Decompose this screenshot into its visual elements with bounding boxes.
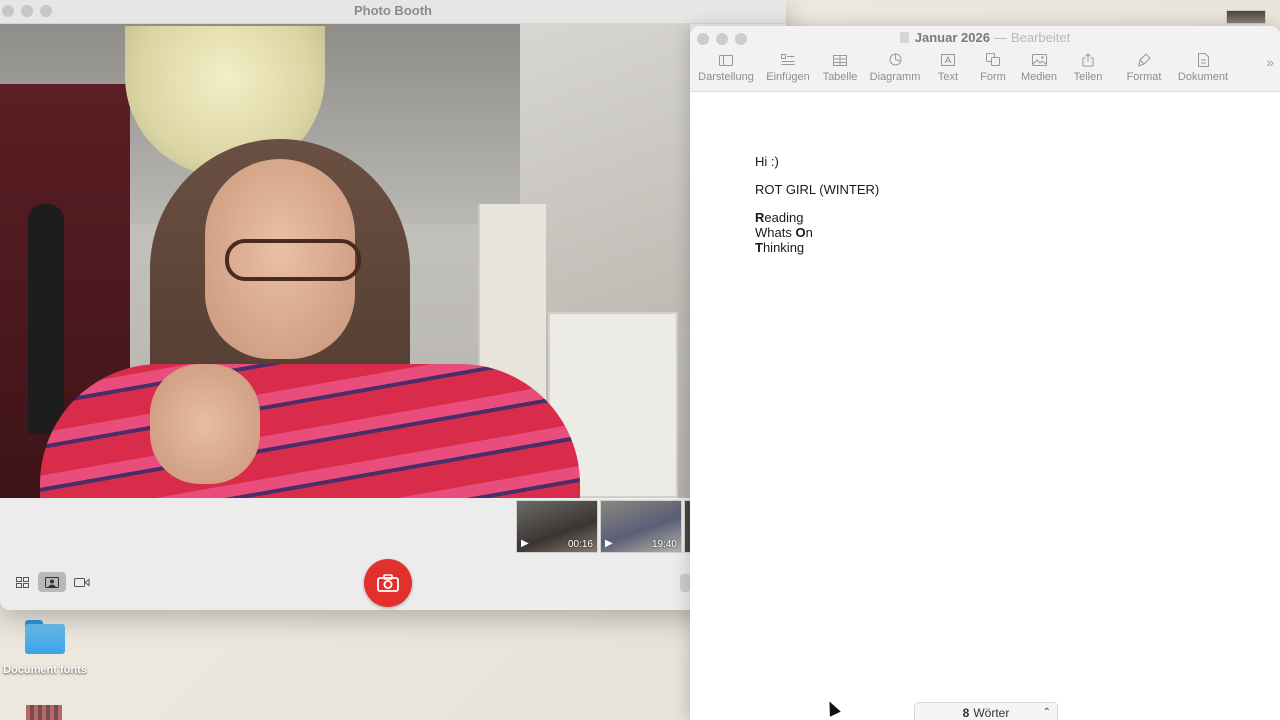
document-title[interactable]: Januar 2026— Bearbeitet	[690, 30, 1280, 45]
word-rest: hinking	[762, 240, 805, 255]
photo-booth-window: Photo Booth ▶ 00:16 ▶ 19:40	[0, 0, 786, 610]
toolbar-diagramm[interactable]: Diagramm	[868, 53, 922, 83]
video-duration: 00:16	[567, 539, 593, 550]
word-count-popup[interactable]: 8 Wörter ⌃	[914, 702, 1058, 720]
media-icon	[1020, 53, 1058, 71]
toolbar-label: Einfügen	[766, 71, 810, 83]
table-icon	[820, 53, 860, 71]
toolbar-label: Diagramm	[869, 71, 921, 83]
video-camera-icon: ▶	[605, 538, 613, 549]
toolbar-label: Tabelle	[822, 71, 858, 83]
acronym-line: Thinking	[755, 240, 879, 255]
photo-strip: ▶ 00:16 ▶ 19:40	[0, 498, 786, 610]
toolbar-medien[interactable]: Medien	[1020, 53, 1058, 83]
folder-label: Document fonts	[3, 664, 87, 676]
word-count-number: 8	[962, 706, 970, 720]
pages-toolbar: Januar 2026— Bearbeitet Darstellung Einfü…	[690, 26, 1280, 92]
text-line: ROT GIRL (WINTER)	[755, 182, 880, 197]
toolbar-items: Darstellung Einfügen Tabelle Diagramm Te…	[690, 53, 1280, 89]
toolbar-einfuegen[interactable]: Einfügen	[766, 53, 810, 83]
document-name: Januar 2026	[914, 30, 990, 45]
video-camera-icon: ▶	[521, 538, 529, 549]
toolbar-label: Format	[1126, 71, 1162, 83]
toolbar-tabelle[interactable]: Tabelle	[820, 53, 860, 83]
format-brush-icon	[1124, 53, 1164, 71]
close-button[interactable]	[2, 5, 14, 17]
document-proxy-icon	[899, 32, 909, 43]
word-count-unit: Wörter	[973, 706, 1010, 720]
toolbar-darstellung[interactable]: Darstellung	[698, 53, 754, 83]
bold-initial: R	[755, 210, 765, 225]
photo-booth-titlebar[interactable]: Photo Booth	[0, 0, 786, 24]
video-mode-icon[interactable]	[68, 572, 96, 592]
toolbar-label: Medien	[1020, 71, 1058, 83]
camera-preview	[0, 24, 690, 498]
text-icon	[934, 53, 962, 71]
acronym-line: Reading	[755, 210, 879, 225]
share-icon	[1072, 53, 1104, 71]
view-mode-toggle	[8, 572, 96, 592]
toolbar-overflow-icon[interactable]: »	[1266, 54, 1274, 70]
word-prefix: Whats	[755, 225, 796, 240]
chevron-updown-icon: ⌃	[1042, 707, 1051, 718]
toolbar-label: Text	[937, 71, 959, 83]
folder-icon	[23, 618, 67, 654]
toolbar-teilen[interactable]: Teilen	[1072, 53, 1104, 83]
toolbar-dokument[interactable]: Dokument	[1176, 53, 1230, 83]
insert-icon	[766, 53, 810, 71]
strip-scroll-button[interactable]	[680, 574, 690, 592]
sidebar-icon	[698, 53, 754, 71]
document-status: Bearbeitet	[1010, 30, 1071, 45]
document-body[interactable]: Hi :) ROT GIRL (WINTER) Reading Whats On…	[755, 154, 879, 255]
video-thumbnail[interactable]: ▶ 00:16	[516, 500, 598, 553]
shape-icon	[978, 53, 1008, 71]
take-photo-button[interactable]	[364, 559, 412, 607]
bold-initial: O	[795, 225, 806, 240]
single-photo-icon[interactable]	[38, 572, 66, 592]
pages-window: Januar 2026— Bearbeitet Darstellung Einfü…	[690, 26, 1280, 720]
window-title: Photo Booth	[354, 3, 432, 18]
text-line: Hi :)	[755, 154, 779, 169]
window-controls	[2, 5, 52, 17]
acronym-line: Whats On	[755, 225, 879, 240]
toolbar-label: Teilen	[1073, 71, 1103, 83]
chart-icon	[868, 53, 922, 71]
minimize-button[interactable]	[21, 5, 33, 17]
toolbar-label: Dokument	[1177, 71, 1229, 83]
toolbar-form[interactable]: Form	[978, 53, 1008, 83]
title-separator: —	[993, 30, 1007, 45]
toolbar-format[interactable]: Format	[1124, 53, 1164, 83]
toolbar-label: Darstellung	[698, 71, 754, 83]
toolbar-text[interactable]: Text	[934, 53, 962, 83]
word-rest: n	[805, 225, 813, 240]
video-duration: 19:40	[651, 539, 677, 550]
camera-icon	[377, 574, 399, 592]
toolbar-label: Form	[980, 71, 1006, 83]
document-icon	[1176, 53, 1230, 71]
video-thumbnail[interactable]: ▶ 19:40	[600, 500, 682, 553]
four-up-grid-icon[interactable]	[8, 572, 36, 592]
zoom-button[interactable]	[40, 5, 52, 17]
desktop-image-file[interactable]	[26, 705, 62, 720]
bold-initial: T	[755, 240, 763, 255]
word-rest: eading	[764, 210, 804, 225]
desktop-folder-document-fonts[interactable]: Document fonts	[0, 618, 90, 676]
desktop-screenshot-thumbnail[interactable]	[1226, 10, 1266, 24]
